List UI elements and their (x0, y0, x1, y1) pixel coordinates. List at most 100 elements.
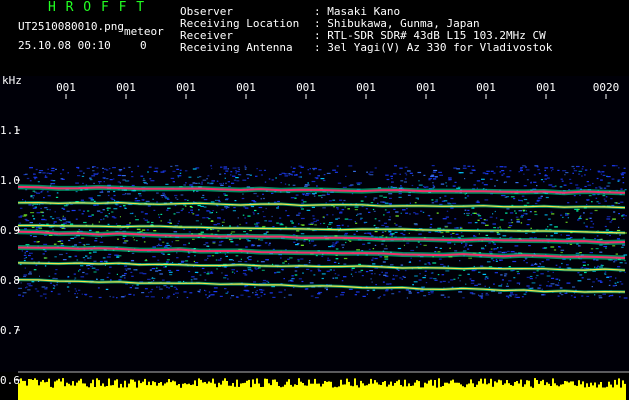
noise-speck (499, 259, 501, 261)
noise-speck (439, 247, 442, 249)
noise-speck (381, 235, 384, 237)
noise-speck (579, 216, 581, 218)
noise-speck (18, 287, 22, 289)
noise-speck (107, 194, 110, 197)
amplitude-bar (306, 385, 308, 400)
noise-speck (96, 210, 101, 212)
noise-speck (290, 280, 294, 282)
noise-speck (534, 213, 538, 216)
noise-speck (606, 276, 611, 278)
amplitude-bar (216, 387, 218, 400)
noise-speck (268, 178, 271, 180)
noise-speck (370, 278, 372, 280)
amplitude-bar (460, 384, 462, 400)
amplitude-bar (224, 378, 226, 400)
noise-speck (575, 252, 580, 254)
noise-speck (29, 222, 33, 224)
noise-speck (584, 169, 588, 171)
noise-speck (259, 289, 263, 291)
noise-speck (388, 231, 392, 233)
noise-speck (227, 291, 229, 293)
noise-speck (399, 277, 402, 279)
noise-speck (243, 231, 246, 233)
noise-speck (241, 197, 245, 200)
noise-speck (550, 235, 554, 237)
amplitude-bar (60, 381, 62, 400)
noise-speck (233, 179, 237, 181)
noise-speck (431, 199, 434, 201)
noise-speck (589, 217, 592, 219)
noise-speck (617, 179, 621, 181)
noise-speck (418, 180, 420, 182)
noise-speck (563, 184, 567, 186)
noise-speck (551, 186, 555, 188)
noise-speck (217, 223, 221, 225)
noise-speck (343, 263, 347, 265)
noise-speck (56, 284, 58, 286)
noise-speck (308, 173, 311, 175)
noise-speck (46, 172, 50, 174)
noise-speck (59, 253, 63, 256)
noise-speck (160, 213, 163, 215)
noise-speck (538, 172, 541, 175)
noise-speck (503, 173, 505, 175)
amplitude-bar (578, 380, 580, 400)
noise-speck (109, 179, 113, 181)
noise-speck (602, 293, 606, 295)
noise-speck (439, 174, 443, 176)
noise-speck (558, 246, 561, 248)
noise-speck (494, 210, 496, 213)
amplitude-bar (176, 385, 178, 400)
noise-speck (162, 194, 166, 196)
noise-speck (460, 235, 464, 237)
noise-speck (489, 216, 493, 218)
noise-speck (520, 170, 523, 172)
noise-speck (368, 248, 371, 250)
noise-speck (98, 181, 102, 183)
noise-speck (529, 211, 532, 213)
noise-speck (279, 217, 282, 219)
noise-speck (293, 226, 297, 228)
noise-speck (391, 235, 393, 237)
noise-speck (554, 185, 557, 187)
amplitude-bar (534, 378, 536, 400)
noise-speck (570, 295, 573, 297)
noise-speck (223, 277, 227, 279)
noise-speck (219, 183, 222, 185)
noise-speck (252, 292, 254, 294)
noise-speck (404, 178, 407, 180)
noise-speck (596, 177, 599, 180)
amplitude-bar (230, 385, 232, 400)
amplitude-bar (618, 378, 620, 400)
noise-speck (383, 222, 387, 224)
noise-speck (434, 279, 438, 281)
noise-speck (269, 242, 271, 244)
noise-speck (482, 172, 486, 174)
amplitude-bar (232, 383, 234, 400)
noise-speck (246, 238, 249, 241)
amplitude-bar (116, 379, 118, 400)
noise-speck (480, 265, 484, 267)
noise-speck (365, 208, 368, 210)
noise-speck (258, 206, 263, 209)
noise-speck (619, 296, 621, 298)
noise-speck (320, 223, 322, 225)
noise-speck (341, 224, 344, 226)
noise-speck (48, 275, 51, 277)
noise-speck (594, 266, 596, 268)
noise-speck (406, 242, 410, 244)
noise-speck (509, 212, 514, 214)
noise-speck (434, 251, 437, 253)
noise-speck (225, 207, 228, 209)
amplitude-bar (620, 387, 622, 400)
amplitude-bar (220, 384, 222, 400)
noise-speck (355, 222, 358, 224)
amplitude-bar (408, 383, 410, 400)
noise-speck (256, 222, 260, 224)
amplitude-bar (328, 381, 330, 400)
noise-speck (624, 215, 627, 217)
noise-speck (62, 215, 64, 217)
noise-speck (573, 168, 575, 170)
noise-speck (445, 216, 449, 218)
noise-speck (290, 197, 295, 199)
